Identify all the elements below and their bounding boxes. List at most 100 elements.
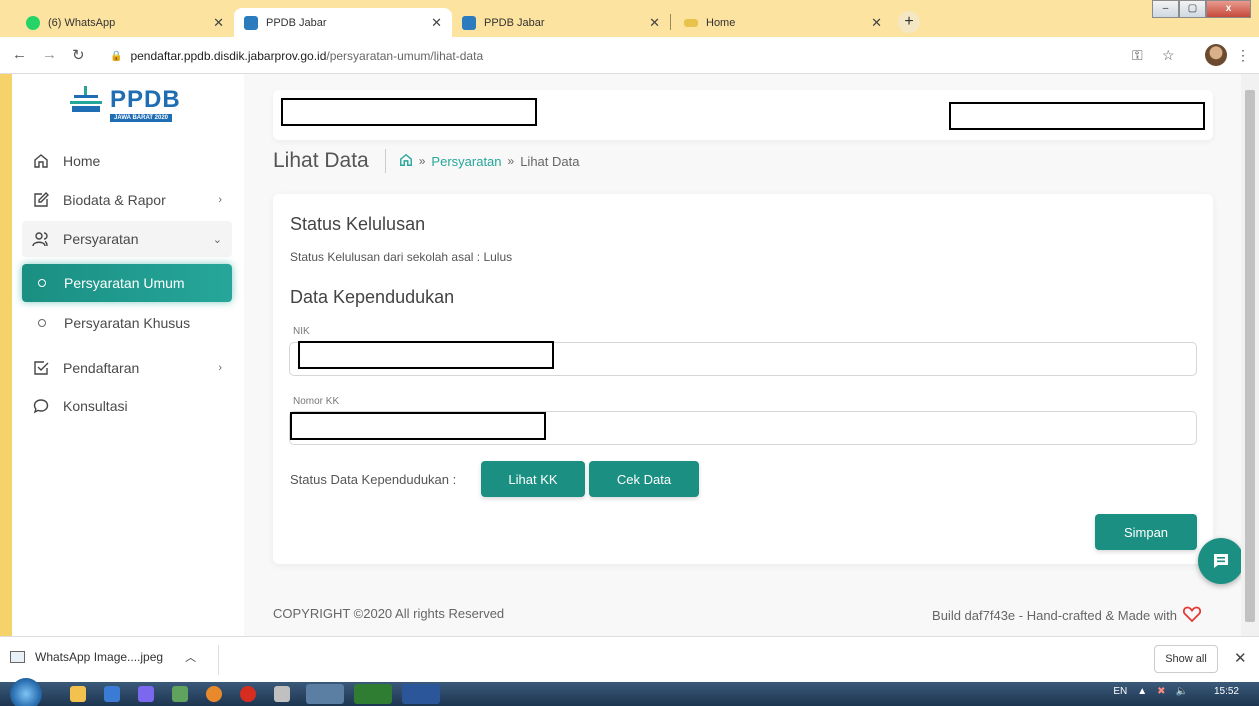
sidebar-item-label: Persyaratan Umum xyxy=(64,275,185,291)
image-file-icon xyxy=(10,651,25,663)
sidebar-item-label: Persyaratan Khusus xyxy=(64,315,191,331)
opera-icon[interactable] xyxy=(240,686,256,702)
new-tab-button[interactable]: + xyxy=(898,11,920,33)
home-icon[interactable] xyxy=(399,153,413,170)
copyright-text: COPYRIGHT ©2020 All rights Reserved xyxy=(273,606,505,621)
nomor-kk-field[interactable] xyxy=(289,411,1197,445)
breadcrumb: Lihat Data » Persyaratan » Lihat Data xyxy=(273,146,579,176)
address-bar-row: ← → ↻ 🔒 pendaftar.ppdb.disdik.jabarprov.… xyxy=(0,37,1259,74)
tab-home[interactable]: Home ✕ xyxy=(674,8,892,37)
sidebar-item-home[interactable]: Home xyxy=(22,144,232,178)
system-tray: EN ▲ ✖ 🔈 15:52 xyxy=(1113,686,1239,697)
scrollbar-thumb[interactable] xyxy=(1245,90,1255,622)
breadcrumb-separator: » xyxy=(418,154,426,168)
sidebar-item-pendaftaran[interactable]: Pendaftaran › xyxy=(22,351,232,385)
tray-arrow-icon[interactable]: ▲ xyxy=(1137,686,1147,697)
sidebar-item-biodata[interactable]: Biodata & Rapor › xyxy=(22,183,232,217)
whatsapp-icon xyxy=(26,15,40,30)
back-arrow-icon[interactable]: ← xyxy=(12,46,27,63)
circle-icon xyxy=(38,319,46,327)
sidebar-item-persyaratan-umum[interactable]: Persyaratan Umum xyxy=(22,264,232,302)
chevron-up-icon[interactable]: ︿ xyxy=(185,649,196,665)
tab-title: PPDB Jabar xyxy=(484,16,545,29)
volume-icon[interactable]: 🔈 xyxy=(1176,686,1188,697)
nik-label: NIK xyxy=(293,326,310,337)
tab-title: (6) WhatsApp xyxy=(48,16,116,29)
home-icon xyxy=(32,152,50,170)
lock-icon: 🔒 xyxy=(110,50,123,62)
menu-kebab-icon[interactable]: ⋮ xyxy=(1236,47,1250,64)
start-button[interactable] xyxy=(10,678,42,706)
star-icon[interactable]: ☆ xyxy=(1162,47,1175,64)
firefox-icon[interactable] xyxy=(206,686,222,702)
url-path: /persyaratan-umum/lihat-data xyxy=(326,49,484,63)
clock[interactable]: 15:52 xyxy=(1214,686,1239,697)
explorer-icon[interactable] xyxy=(70,686,86,702)
breadcrumb-link-persyaratan[interactable]: Persyaratan xyxy=(431,154,501,169)
sidebar-item-persyaratan-khusus[interactable]: Persyaratan Khusus xyxy=(22,304,232,342)
app-icon[interactable] xyxy=(274,686,290,702)
simpan-button[interactable]: Simpan xyxy=(1095,514,1197,550)
nik-field[interactable] xyxy=(289,341,1197,376)
tab-title: PPDB Jabar xyxy=(266,16,327,29)
close-icon[interactable]: ✕ xyxy=(871,15,882,31)
tab-ppdb[interactable]: PPDB Jabar ✕ xyxy=(452,8,671,37)
sidebar-item-label: Pendaftaran xyxy=(63,360,140,376)
lihat-data-card: Status Kelulusan Status Kelulusan dari s… xyxy=(273,194,1213,564)
download-filename: WhatsApp Image....jpeg xyxy=(35,650,164,664)
close-icon[interactable]: ✕ xyxy=(649,15,660,31)
chevron-down-icon: ⌄ xyxy=(212,233,222,246)
close-icon[interactable]: ✕ xyxy=(213,15,224,31)
edit-icon xyxy=(32,191,50,209)
show-all-button[interactable]: Show all xyxy=(1154,645,1218,673)
windows-taskbar: EN ▲ ✖ 🔈 15:52 xyxy=(0,678,1259,706)
word-taskbar-button[interactable] xyxy=(402,684,440,704)
chat-floating-button[interactable] xyxy=(1198,538,1241,584)
app-icon[interactable] xyxy=(104,686,120,702)
download-item[interactable]: WhatsApp Image....jpeg ︿ xyxy=(10,649,196,665)
forward-arrow-icon[interactable]: → xyxy=(42,46,57,63)
sidebar-item-label: Persyaratan xyxy=(63,231,139,247)
browser-tab-strip: (6) WhatsApp ✕ PPDB Jabar ✕ PPDB Jabar ✕… xyxy=(0,0,1259,37)
window-close-button[interactable]: x xyxy=(1206,0,1251,18)
tab-ppdb-active[interactable]: PPDB Jabar ✕ xyxy=(234,8,452,37)
tab-separator xyxy=(670,14,671,30)
language-indicator[interactable]: EN xyxy=(1113,686,1127,697)
build-text: Build daf7f43e - Hand-crafted & Made wit… xyxy=(932,608,1177,623)
cek-data-button[interactable]: Cek Data xyxy=(589,461,699,497)
app-icon[interactable] xyxy=(172,686,188,702)
redacted-box xyxy=(281,98,537,126)
status-kelulusan-heading: Status Kelulusan xyxy=(290,214,426,234)
close-icon[interactable]: ✕ xyxy=(1234,649,1247,667)
ppdb-favicon-icon xyxy=(244,15,258,30)
circle-icon xyxy=(38,279,46,287)
sidebar-item-persyaratan[interactable]: Persyaratan ⌄ xyxy=(22,221,232,257)
excel-taskbar-button[interactable] xyxy=(354,684,392,704)
network-warning-icon[interactable]: ✖ xyxy=(1157,686,1165,697)
download-separator xyxy=(218,645,219,675)
url-field[interactable]: 🔒 pendaftar.ppdb.disdik.jabarprov.go.id /… xyxy=(110,43,1120,69)
top-navbar xyxy=(273,90,1213,140)
window-controls: – ▢ x xyxy=(1152,0,1251,20)
close-icon[interactable]: ✕ xyxy=(431,15,442,31)
tab-whatsapp[interactable]: (6) WhatsApp ✕ xyxy=(16,8,234,37)
status-data-label: Status Data Kependudukan : xyxy=(290,472,457,487)
breadcrumb-current: Lihat Data xyxy=(520,153,580,169)
ppdb-logo[interactable]: PPDB JAWA BARAT 2020 xyxy=(68,86,181,122)
chat-bubble-icon xyxy=(32,397,50,415)
breadcrumb-separator: » xyxy=(507,154,515,168)
chevron-right-icon: › xyxy=(218,362,222,374)
chrome-taskbar-button[interactable] xyxy=(306,684,344,704)
ppdb-building-icon xyxy=(70,86,102,112)
maximize-button[interactable]: ▢ xyxy=(1179,0,1206,18)
key-icon[interactable]: ⚿ xyxy=(1132,47,1143,64)
app-icon[interactable] xyxy=(138,686,154,702)
lihat-kk-button[interactable]: Lihat KK xyxy=(481,461,585,497)
minimize-button[interactable]: – xyxy=(1152,0,1179,18)
page-scrollbar[interactable] xyxy=(1241,74,1259,636)
build-info: Build daf7f43e - Hand-crafted & Made wit… xyxy=(932,606,1202,625)
sidebar: PPDB JAWA BARAT 2020 Home Biodata & Rapo… xyxy=(12,74,244,636)
reload-icon[interactable]: ↻ xyxy=(72,46,85,64)
profile-avatar[interactable] xyxy=(1205,44,1227,66)
sidebar-item-konsultasi[interactable]: Konsultasi xyxy=(22,389,232,423)
